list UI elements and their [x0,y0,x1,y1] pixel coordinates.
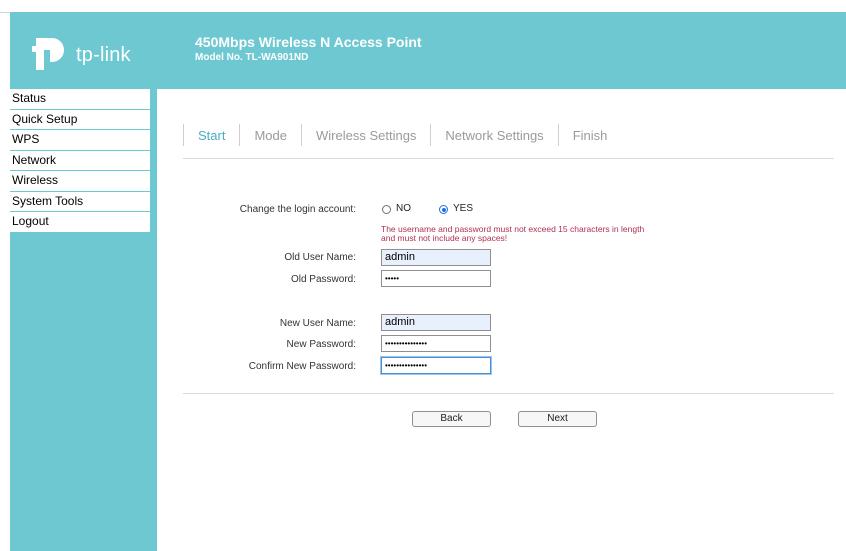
sidebar-item-quick-setup[interactable]: Quick Setup [10,109,150,129]
radio-no[interactable] [382,205,391,214]
step-finish: Finish [572,127,608,143]
sidebar-item-system-tools[interactable]: System Tools [10,191,150,211]
radio-yes[interactable] [439,205,448,214]
sidebar-item-logout[interactable]: Logout [10,212,150,232]
step-wireless-settings: Wireless Settings [316,127,417,143]
brand-name: tp-link [76,44,131,66]
credentials-warning: The username and password must not excee… [381,225,701,243]
old-user-input[interactable]: admin [381,249,491,266]
new-user-input[interactable]: admin [381,314,491,331]
confirm-password-input[interactable]: ••••••••••••••• [381,357,491,374]
header: tp-link 450Mbps Wireless N Access Point … [10,12,846,89]
step-start: Start [198,127,226,143]
radio-yes-label: YES [453,203,474,214]
divider-bottom [183,393,834,394]
tp-link-logo: tp-link [30,34,160,74]
divider-top [183,158,834,159]
sidebar-item-network[interactable]: Network [10,150,150,170]
wizard-steps: Start Mode Wireless Settings Network Set… [183,123,621,147]
sidebar-item-wps[interactable]: WPS [10,130,150,150]
radio-no-label: NO [396,203,411,214]
step-network-settings: Network Settings [445,127,544,143]
new-password-input[interactable]: ••••••••••••••• [381,335,491,352]
old-password-input[interactable]: ••••• [381,270,491,287]
sidebar: Status Quick Setup WPS Network Wireless … [10,89,157,551]
main-content: Start Mode Wireless Settings Network Set… [157,89,846,551]
product-model: Model No. TL-WA901ND [195,52,309,63]
next-button[interactable]: Next [518,411,597,427]
old-user-label: Old User Name: [284,252,356,263]
app-frame: tp-link 450Mbps Wireless N Access Point … [0,0,846,551]
sidebar-menu: Status Quick Setup WPS Network Wireless … [10,89,150,233]
tp-link-logo-icon [32,38,64,70]
step-mode: Mode [254,127,287,143]
sidebar-item-status[interactable]: Status [10,89,150,109]
confirm-password-label: Confirm New Password: [248,361,356,372]
old-password-label: Old Password: [290,274,356,285]
sidebar-item-wireless[interactable]: Wireless [10,171,150,191]
back-button[interactable]: Back [412,411,491,427]
new-password-label: New Password: [286,339,356,350]
warning-line-2: and must not include any spaces! [381,233,508,243]
change-login-label: Change the login account: [239,204,356,215]
new-user-label: New User Name: [279,318,356,329]
product-title: 450Mbps Wireless N Access Point [195,34,422,50]
